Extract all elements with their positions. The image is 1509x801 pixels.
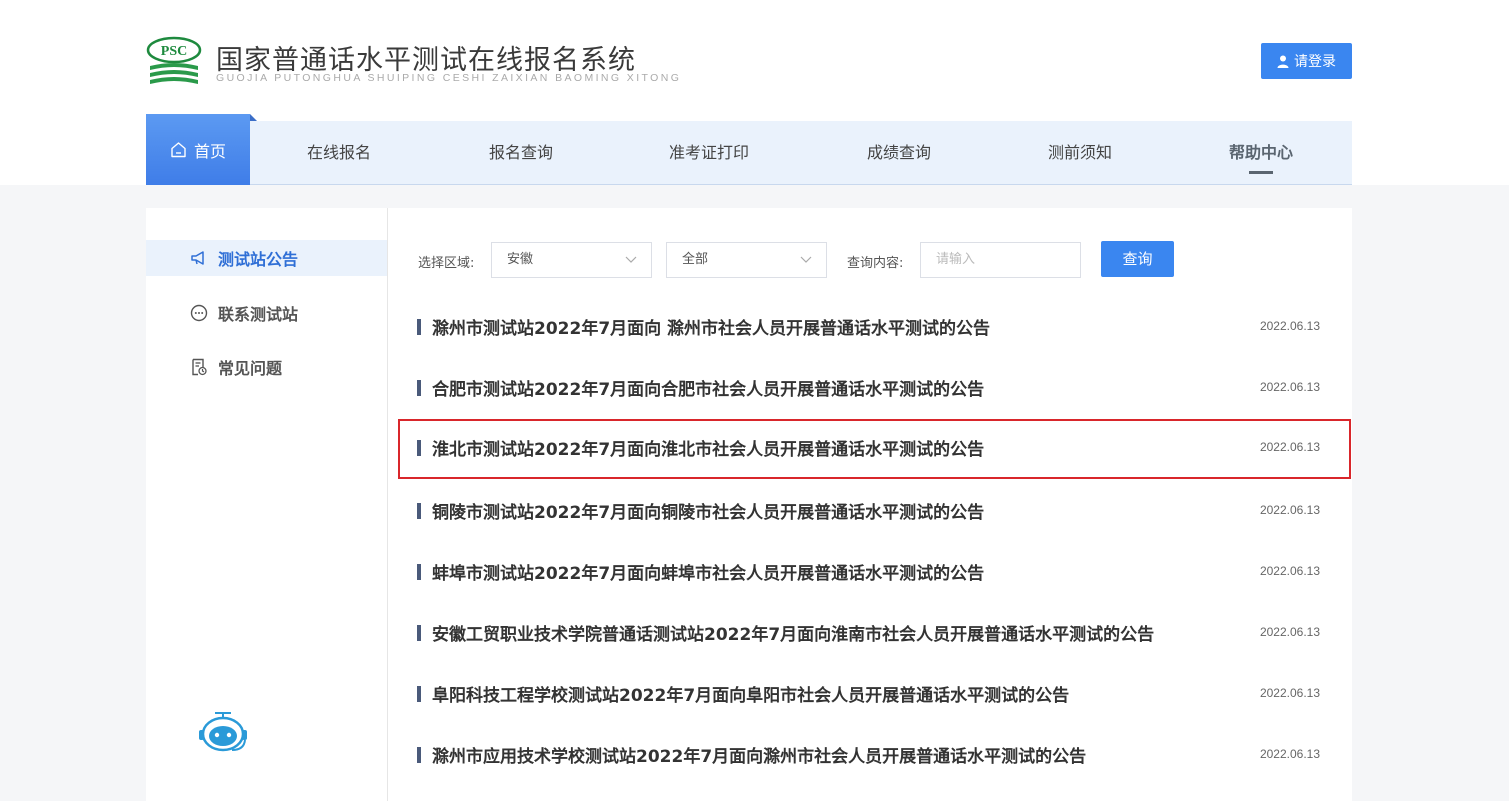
province-select-value: 安徽 [507,252,534,267]
announcement-date: 2022.06.13 [1259,380,1320,394]
announcement-title[interactable]: 滁州市应用技术学校测试站2022年7月面向滁州市社会人员开展普通话水平测试的公告 [432,742,1086,767]
announcement-row[interactable]: 铜陵市测试站2022年7月面向铜陵市社会人员开展普通话水平测试的公告 2022.… [398,482,1351,542]
announcement-title[interactable]: 安徽工贸职业技术学院普通话测试站2022年7月面向淮南市社会人员开展普通话水平测… [432,620,1154,645]
chevron-down-icon [800,256,812,263]
announcement-title[interactable]: 淮北市测试站2022年7月面向淮北市社会人员开展普通话水平测试的公告 [432,435,984,460]
announcement-title[interactable]: 滁州市测试站2022年7月面向 滁州市社会人员开展普通话水平测试的公告 [432,314,990,339]
province-select[interactable]: 安徽 [491,242,652,278]
announcement-date: 2022.06.13 [1259,319,1320,333]
site-logo[interactable]: PSC 国家普通话水平测试在线报名系统 GUOJIA PUTONGHUA SHU… [146,36,706,92]
search-button[interactable]: 查询 [1101,241,1174,277]
announcement-row[interactable]: 蚌埠市测试站2022年7月面向蚌埠市社会人员开展普通话水平测试的公告 2022.… [398,543,1351,603]
announcement-row[interactable]: 合肥市测试站2022年7月面向合肥市社会人员开展普通话水平测试的公告 2022.… [398,359,1351,419]
announcement-title[interactable]: 合肥市测试站2022年7月面向合肥市社会人员开展普通话水平测试的公告 [432,375,984,400]
search-input[interactable]: 请输入 [920,242,1081,278]
nav-home[interactable]: 首页 [146,114,257,185]
nav-item-help-center[interactable]: 帮助中心 [1226,121,1296,184]
chevron-down-icon [625,256,637,263]
psc-logo-icon: PSC [146,36,202,84]
announcement-title[interactable]: 铜陵市测试站2022年7月面向铜陵市社会人员开展普通话水平测试的公告 [432,498,984,523]
announcement-row[interactable]: 安徽工贸职业技术学院普通话测试站2022年7月面向淮南市社会人员开展普通话水平测… [398,604,1351,664]
city-select-value: 全部 [682,252,709,267]
announcement-title[interactable]: 阜阳科技工程学校测试站2022年7月面向阜阳市社会人员开展普通话水平测试的公告 [432,681,1069,706]
announcement-row-highlighted[interactable]: 淮北市测试站2022年7月面向淮北市社会人员开展普通话水平测试的公告 2022.… [398,419,1351,479]
sidebar-item-contact[interactable]: 联系测试站 [146,295,387,331]
sidebar-item-label: 测试站公告 [218,250,299,269]
sidebar-item-announcements[interactable]: 测试站公告 [146,240,387,276]
megaphone-icon [191,251,204,265]
announcement-date: 2022.06.13 [1259,503,1320,517]
announcement-date: 2022.06.13 [1259,564,1320,578]
query-content-label: 查询内容: [847,256,904,271]
content-panel: 测试站公告 联系测试站 常见问题 选择区域: 安徽 全部 查询内容: 请输入 查… [146,208,1352,801]
nav-item-admission-ticket[interactable]: 准考证打印 [666,121,752,184]
row-marker [417,380,421,396]
logo-mark-text: PSC [161,44,187,59]
row-marker [417,440,421,456]
announcement-date: 2022.06.13 [1259,747,1320,761]
user-icon [1277,55,1289,68]
announcement-row[interactable]: 滁州市应用技术学校测试站2022年7月面向滁州市社会人员开展普通话水平测试的公告… [398,726,1351,786]
nav-item-score-query[interactable]: 成绩查询 [864,121,934,184]
login-button[interactable]: 请登录 [1261,43,1352,79]
announcement-row[interactable]: 阜阳科技工程学校测试站2022年7月面向阜阳市社会人员开展普通话水平测试的公告 … [398,665,1351,725]
nav-home-notch [250,114,257,121]
row-marker [417,503,421,519]
top-header: PSC 国家普通话水平测试在线报名系统 GUOJIA PUTONGHUA SHU… [0,0,1509,185]
nav-item-pre-test-notice[interactable]: 测前须知 [1045,121,1115,184]
announcement-row[interactable]: 滁州市测试站2022年7月面向 滁州市社会人员开展普通话水平测试的公告 2022… [398,298,1351,358]
robot-assistant-icon[interactable] [196,710,250,754]
announcement-date: 2022.06.13 [1259,440,1320,454]
nav-item-online-registration[interactable]: 在线报名 [304,121,374,184]
nav-home-label: 首页 [193,141,226,161]
site-subtitle: GUOJIA PUTONGHUA SHUIPING CESHI ZAIXIAN … [216,72,682,84]
row-marker [417,686,421,702]
region-filter-label: 选择区域: [418,256,475,271]
nav-active-indicator [1249,171,1273,174]
announcement-title[interactable]: 蚌埠市测试站2022年7月面向蚌埠市社会人员开展普通话水平测试的公告 [432,559,984,584]
login-label: 请登录 [1294,54,1336,70]
chat-bubble-icon [190,304,208,322]
row-marker [417,625,421,641]
sidebar-item-label: 常见问题 [218,359,283,378]
row-marker [417,747,421,763]
announcement-date: 2022.06.13 [1259,625,1320,639]
row-marker [417,319,421,335]
announcement-date: 2022.06.13 [1259,686,1320,700]
sidebar-item-faq[interactable]: 常见问题 [146,349,387,385]
row-marker [417,564,421,580]
sidebar: 测试站公告 联系测试站 常见问题 [146,208,388,801]
faq-document-icon [192,358,207,376]
city-select[interactable]: 全部 [666,242,827,278]
home-icon [171,142,186,158]
nav-item-registration-query[interactable]: 报名查询 [486,121,556,184]
main-nav: 首页 在线报名 报名查询 准考证打印 成绩查询 测前须知 帮助中心 [146,114,1352,185]
sidebar-item-label: 联系测试站 [218,305,299,324]
